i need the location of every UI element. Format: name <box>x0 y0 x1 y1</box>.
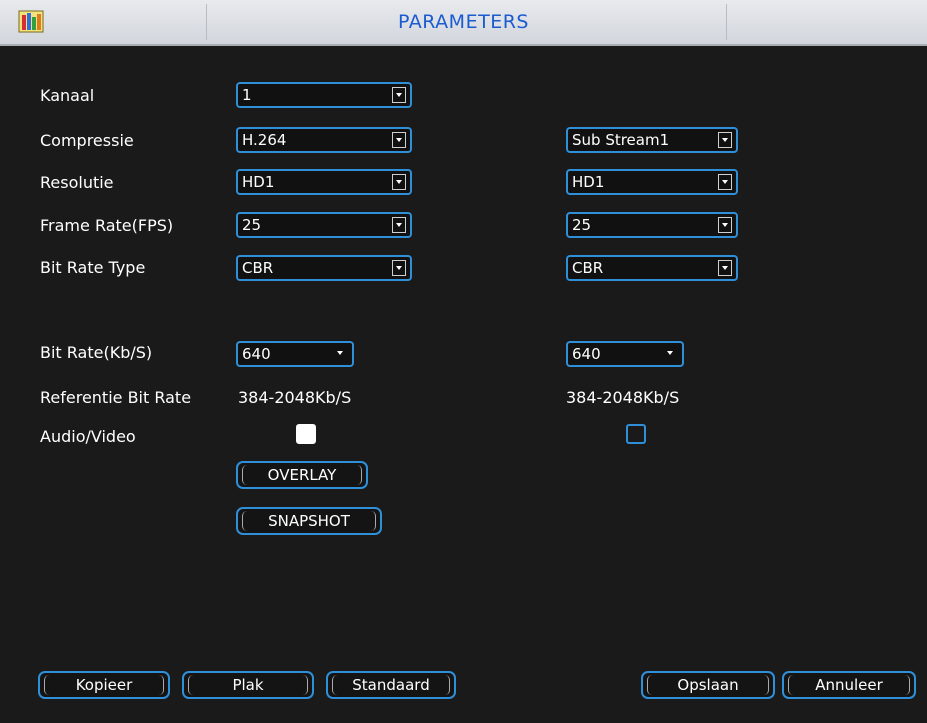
audio-video-label: Audio/Video <box>40 427 136 446</box>
frame-rate-sub-select[interactable]: 25 <box>566 212 738 238</box>
compressie-select[interactable]: H.264 <box>236 127 412 153</box>
bit-rate-sub-value: 640 <box>572 345 601 363</box>
bit-rate-type-sub-value: CBR <box>572 259 604 277</box>
frame-rate-label: Frame Rate(FPS) <box>40 216 174 235</box>
frame-rate-main-select[interactable]: 25 <box>236 212 412 238</box>
kanaal-value: 1 <box>242 86 252 104</box>
frame-rate-main-value: 25 <box>242 216 262 234</box>
annuleer-button[interactable]: Annuleer <box>782 671 916 699</box>
bit-rate-type-main-value: CBR <box>242 259 274 277</box>
plak-button[interactable]: Plak <box>182 671 314 699</box>
kopieer-button[interactable]: Kopieer <box>38 671 170 699</box>
resolutie-sub-value: HD1 <box>572 173 605 191</box>
kanaal-select[interactable]: 1 <box>236 82 412 108</box>
compressie-label: Compressie <box>40 131 134 150</box>
frame-rate-sub-value: 25 <box>572 216 592 234</box>
bit-rate-main-value: 640 <box>242 345 271 363</box>
standaard-button[interactable]: Standaard <box>326 671 456 699</box>
referentie-main-value: 384-2048Kb/S <box>238 388 352 407</box>
overlay-button[interactable]: OVERLAY <box>236 461 368 489</box>
chevron-down-icon[interactable] <box>664 346 678 362</box>
compressie-value: H.264 <box>242 131 287 149</box>
audio-video-sub-checkbox[interactable] <box>626 424 646 444</box>
bit-rate-main-select[interactable]: 640 <box>236 341 354 367</box>
referentie-label: Referentie Bit Rate <box>40 388 192 407</box>
chevron-down-icon[interactable] <box>392 87 406 103</box>
bit-rate-type-sub-select[interactable]: CBR <box>566 255 738 281</box>
kanaal-label: Kanaal <box>40 86 95 105</box>
resolutie-label: Resolutie <box>40 173 114 192</box>
opslaan-button[interactable]: Opslaan <box>641 671 775 699</box>
sub-stream-select[interactable]: Sub Stream1 <box>566 127 738 153</box>
referentie-sub-value: 384-2048Kb/S <box>566 388 680 407</box>
chevron-down-icon[interactable] <box>392 132 406 148</box>
chevron-down-icon[interactable] <box>392 174 406 190</box>
chevron-down-icon[interactable] <box>334 346 348 362</box>
resolutie-main-value: HD1 <box>242 173 275 191</box>
chevron-down-icon[interactable] <box>718 217 732 233</box>
bit-rate-type-main-select[interactable]: CBR <box>236 255 412 281</box>
snapshot-button[interactable]: SNAPSHOT <box>236 507 382 535</box>
sub-stream-value: Sub Stream1 <box>572 131 670 149</box>
chevron-down-icon[interactable] <box>718 132 732 148</box>
chevron-down-icon[interactable] <box>718 174 732 190</box>
resolutie-main-select[interactable]: HD1 <box>236 169 412 195</box>
chevron-down-icon[interactable] <box>392 260 406 276</box>
bit-rate-label: Bit Rate(Kb/S) <box>40 343 153 362</box>
title-bar: PARAMETERS <box>0 0 927 46</box>
bit-rate-sub-select[interactable]: 640 <box>566 341 684 367</box>
bit-rate-type-label: Bit Rate Type <box>40 258 146 277</box>
chevron-down-icon[interactable] <box>718 260 732 276</box>
window-title: PARAMETERS <box>398 11 529 33</box>
chevron-down-icon[interactable] <box>392 217 406 233</box>
resolutie-sub-select[interactable]: HD1 <box>566 169 738 195</box>
audio-video-main-checkbox[interactable] <box>296 424 316 444</box>
